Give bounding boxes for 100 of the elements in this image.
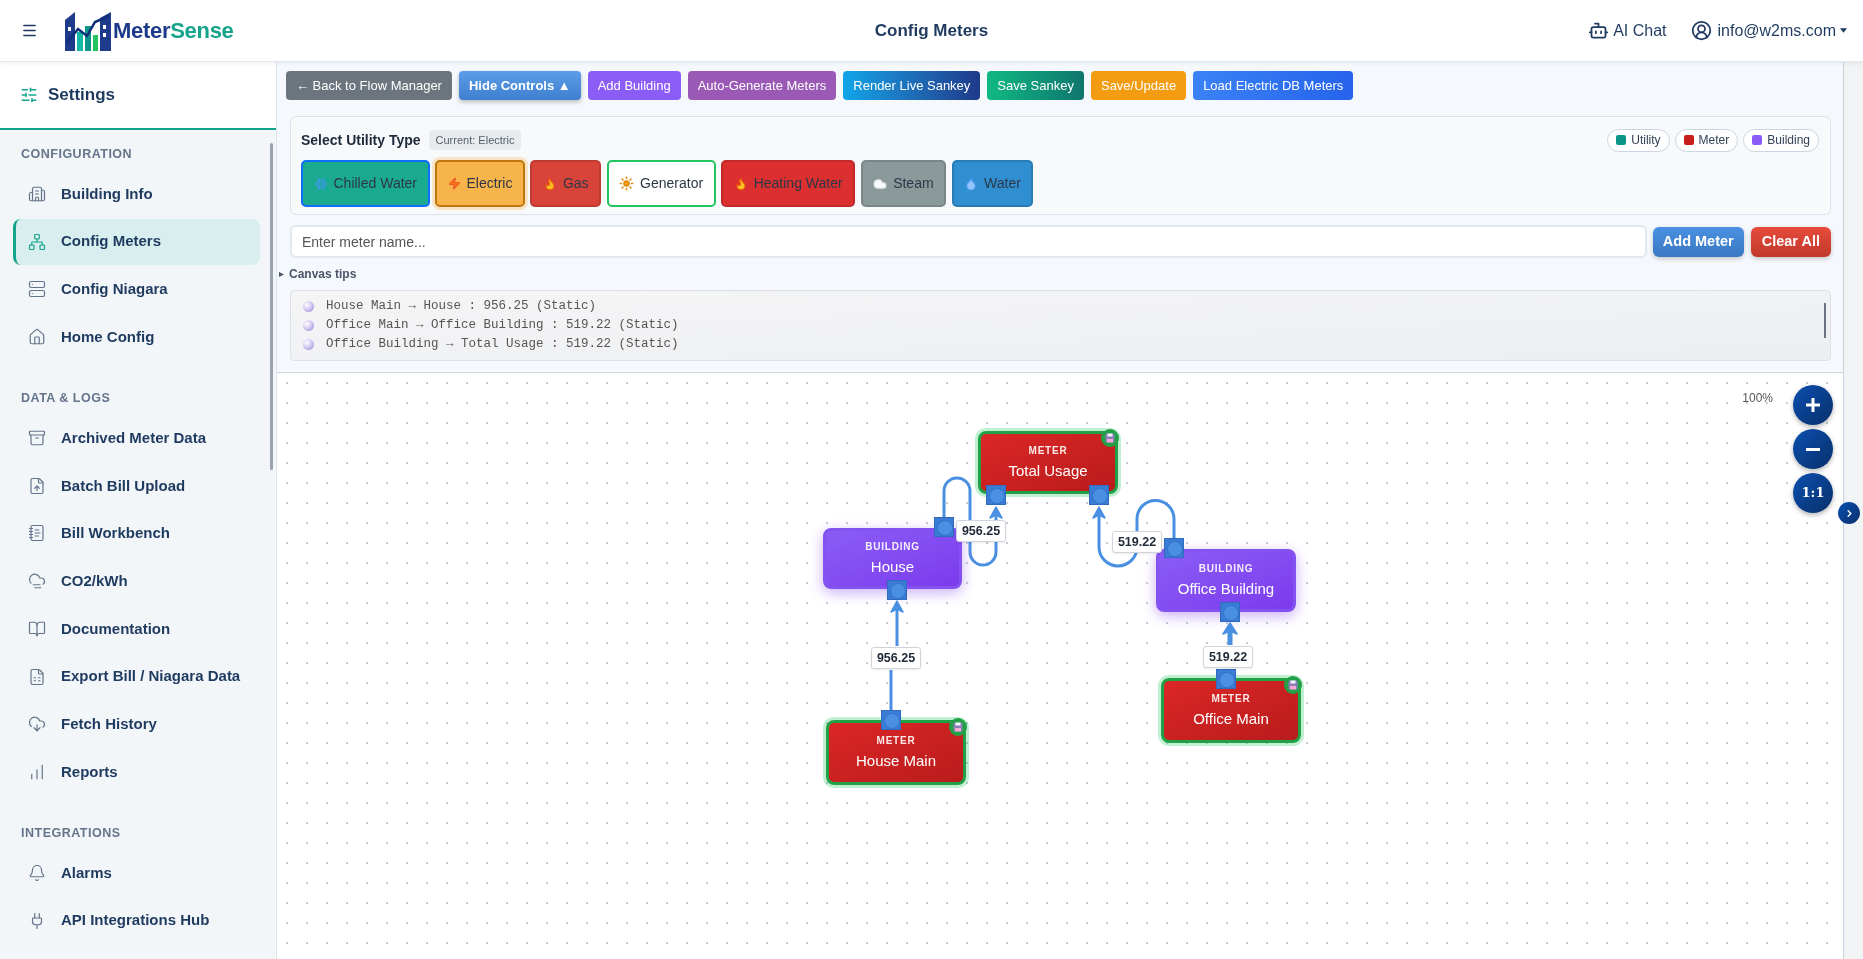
node-name: Office Main — [1193, 708, 1269, 729]
sidebar-item[interactable]: Fetch History — [13, 701, 260, 748]
flame-icon — [733, 176, 748, 191]
house-icon — [28, 328, 46, 347]
minus-icon — [1806, 447, 1820, 451]
building-node[interactable]: BUILDING House — [823, 528, 962, 589]
haze-icon — [28, 572, 46, 591]
file-upload-icon — [28, 476, 46, 495]
zoom-out-button[interactable] — [1793, 429, 1833, 469]
sidebar-item[interactable]: API Integrations Hub — [13, 897, 260, 944]
node-type-label: METER — [1211, 692, 1251, 705]
scrollbar-thumb[interactable] — [1824, 303, 1826, 338]
meter-node[interactable]: METER Office Main — [1161, 678, 1301, 743]
meter-name-input[interactable]: Enter meter name... — [290, 225, 1647, 258]
sidebar-item[interactable]: Documentation — [13, 605, 260, 652]
toolbar-button[interactable]: ← Back to Flow Manager — [286, 71, 452, 100]
meter-node[interactable]: METER House Main — [826, 720, 966, 785]
connection-handle[interactable] — [881, 710, 901, 730]
toolbar-button[interactable]: Render Live Sankey — [843, 71, 981, 100]
menu-icon[interactable] — [21, 22, 38, 39]
robot-icon — [1588, 20, 1610, 41]
building-node[interactable]: BUILDING Office Building — [1156, 549, 1296, 612]
notepad-icon — [28, 524, 46, 543]
node-name: Total Usage — [1008, 460, 1088, 481]
sidebar-item[interactable]: Bill Workbench — [13, 510, 260, 557]
bar-chart-icon — [28, 762, 46, 781]
section-heading: DATA & LOGS — [20, 390, 112, 408]
archive-icon — [28, 429, 46, 448]
server-icon — [28, 280, 46, 299]
sidebar-item[interactable]: Reports — [13, 748, 260, 795]
edge-label: 956.25 — [956, 520, 1006, 542]
sidebar-item[interactable]: Config Meters — [13, 218, 260, 265]
spreadsheet-file-icon — [28, 667, 46, 686]
log-line: House Main → House : 956.25 (Static) — [326, 298, 597, 316]
meter-node[interactable]: METER Total Usage — [978, 431, 1118, 494]
sidebar-title: Settings — [48, 84, 116, 107]
connection-handle[interactable] — [1216, 669, 1236, 689]
brand-name: MeterSense — [113, 17, 234, 45]
caret-right-icon — [279, 271, 284, 277]
edge-label: 519.22 — [1112, 531, 1162, 553]
sidebar-item[interactable]: Alarms — [13, 849, 260, 896]
flow-canvas[interactable]: METER Total Usage BUILDING House BUILDING Office Building METER Office Main METER House Main 956.25 519.22 956.25 519.22 100% 1:1 — [277, 372, 1843, 959]
flame-icon — [542, 176, 557, 191]
connection-handle[interactable] — [1220, 602, 1240, 622]
log-line: Office Main → Office Building : 519.22 (Static) — [326, 317, 679, 335]
add-meter-button[interactable]: Add Meter — [1652, 226, 1744, 257]
ai-chat-button[interactable]: AI Chat — [1588, 18, 1667, 43]
toolbar-button[interactable]: Save Sankey — [987, 71, 1084, 100]
utility-type-button[interactable]: Steam — [860, 160, 947, 207]
toolbar-button[interactable]: Auto-Generate Meters — [687, 71, 837, 100]
caret-down-icon — [1840, 28, 1847, 33]
log-line: Office Building → Total Usage : 519.22 (Static) — [326, 336, 679, 354]
panel-title: Select Utility Type — [301, 130, 421, 150]
sidebar-item[interactable]: Export Bill / Niagara Data — [13, 653, 260, 700]
building-icon — [28, 185, 46, 203]
legend-label: Utility — [1631, 132, 1661, 149]
canvas-tips-toggle[interactable]: Canvas tips — [279, 266, 357, 282]
utility-type-button[interactable]: Chilled Water — [301, 160, 430, 207]
node-name: House — [870, 556, 915, 577]
section-heading: CONFIGURATION — [20, 146, 134, 163]
sidebar-item[interactable]: CO2/kWh — [13, 558, 260, 605]
sidebar-item[interactable]: Building Info — [13, 171, 260, 217]
edge-label: 956.25 — [871, 647, 921, 669]
page-title: Config Meters — [874, 19, 989, 42]
sidebar-item[interactable]: Config Niagara — [13, 266, 260, 313]
reset-zoom-button[interactable]: 1:1 — [1793, 473, 1833, 513]
connection-handle[interactable] — [1164, 538, 1184, 558]
utility-type-button[interactable]: Electric — [435, 160, 525, 207]
zoom-in-button[interactable] — [1793, 385, 1833, 425]
sidebar-item[interactable]: Home Config — [13, 314, 260, 361]
clear-all-button[interactable]: Clear All — [1750, 226, 1831, 257]
legend-label: Building — [1767, 132, 1810, 149]
node-type-label: BUILDING — [1198, 562, 1254, 575]
utility-type-button[interactable]: Generator — [606, 160, 716, 207]
scrollbar-thumb[interactable] — [270, 143, 273, 470]
logo-icon — [64, 10, 112, 51]
sliders-icon — [20, 86, 38, 104]
edge-label: 519.22 — [1203, 646, 1253, 668]
sidebar-item[interactable]: Batch Bill Upload — [13, 462, 260, 509]
zoom-level-label: 100% — [1742, 390, 1773, 407]
network-icon — [28, 232, 46, 251]
user-circle-icon — [1690, 20, 1712, 41]
cloud-icon — [873, 176, 888, 191]
droplet-icon — [964, 176, 979, 191]
node-type-label: BUILDING — [865, 540, 920, 553]
user-menu-button[interactable]: info@w2ms.com — [1690, 18, 1847, 43]
sun-icon — [619, 176, 635, 191]
sidebar-item[interactable]: Archived Meter Data — [13, 415, 260, 462]
plus-icon — [1806, 398, 1820, 412]
node-type-label: METER — [1028, 444, 1068, 457]
toolbar-button[interactable]: Load Electric DB Meters — [1193, 71, 1354, 100]
book-icon — [28, 619, 46, 638]
cloud-download-icon — [28, 715, 46, 734]
toolbar-button[interactable]: Add Building — [587, 71, 681, 100]
connection-handle[interactable] — [934, 517, 954, 537]
snowflake-icon — [313, 176, 328, 191]
toolbar-button[interactable]: Hide Controls ▲ — [458, 71, 581, 100]
utility-type-button[interactable]: Water — [951, 160, 1034, 207]
legend-label: Meter — [1698, 132, 1730, 149]
node-type-label: METER — [876, 734, 916, 747]
